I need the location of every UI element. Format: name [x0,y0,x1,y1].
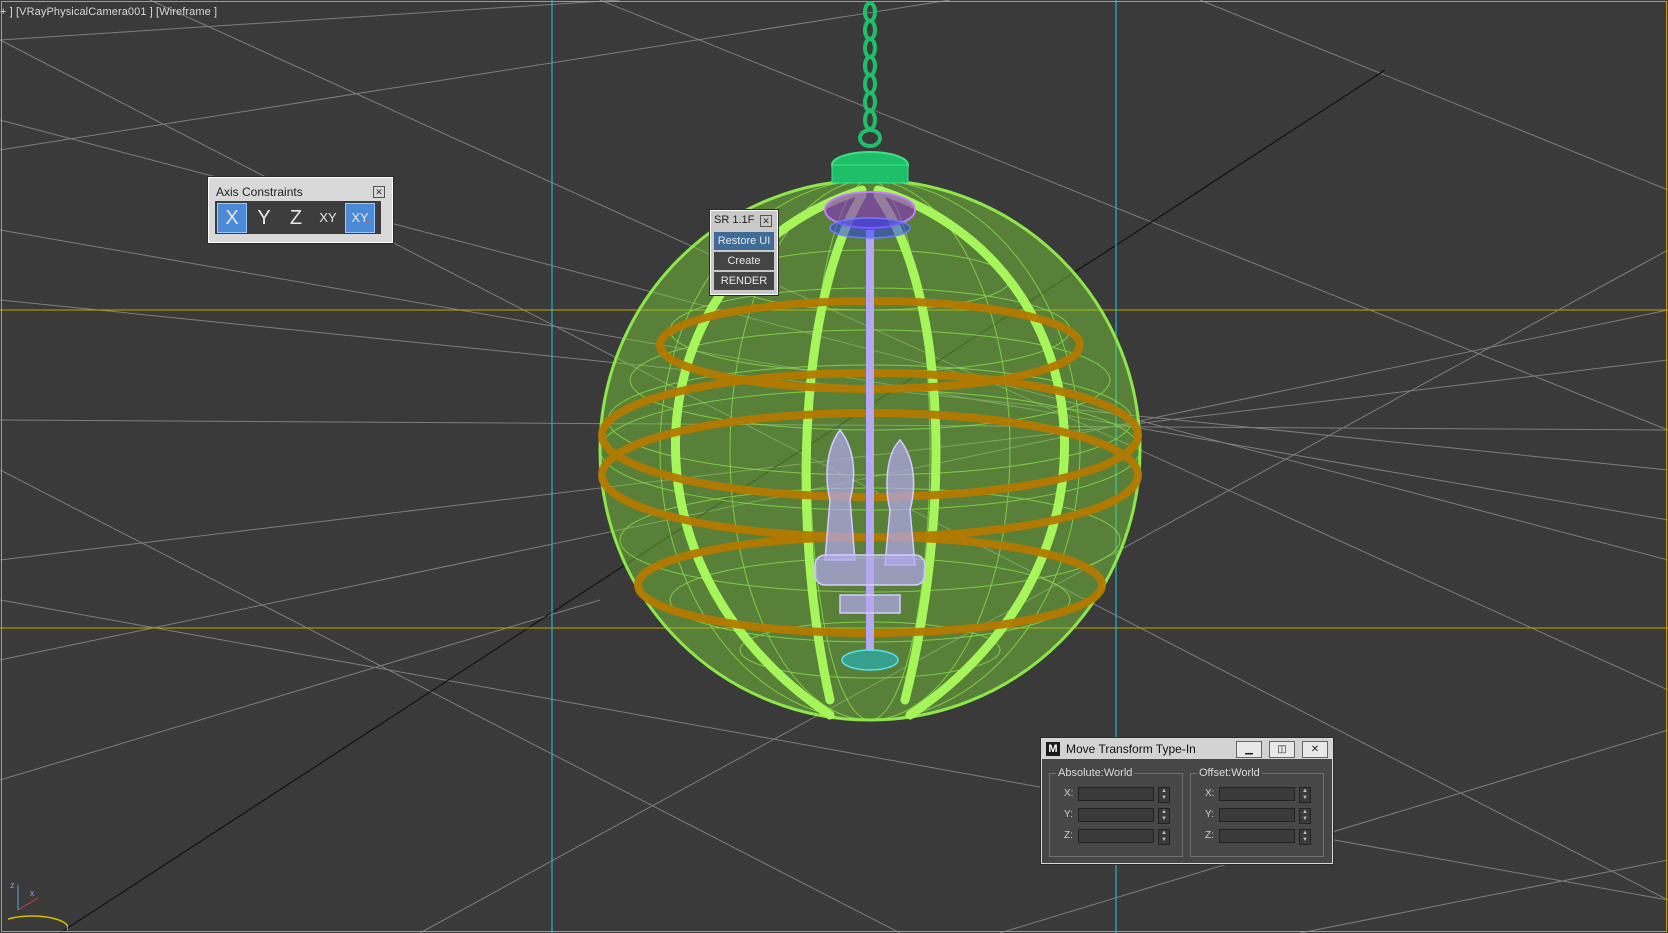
absolute-world-group: Absolute:World X: ▲ ▼ Y: ▲ ▼ Z: ▲ ▼ [1049,767,1183,857]
dialog-title: Move Transform Type-In [1066,742,1196,756]
create-button[interactable]: Create [714,252,774,270]
spinner-icon[interactable]: ▲ ▼ [1299,808,1311,824]
axis-x-button[interactable]: X [217,202,247,233]
viewport-label[interactable]: + ] [VRayPhysicalCamera001 ] [Wireframe … [0,6,217,18]
offset-world-group: Offset:World X: ▲ ▼ Y: ▲ ▼ Z: ▲ ▼ [1190,767,1324,857]
restore-icon[interactable]: ◫ [1269,741,1295,758]
sr-panel[interactable]: SR 1.1F ✕ Restore UI Create RENDER [710,210,778,295]
close-icon[interactable]: ✕ [373,186,385,198]
axis-xy-snap-button[interactable]: XY ∩ [345,202,375,233]
axis-z-button[interactable]: Z [282,204,310,232]
spinner-icon[interactable]: ▲ ▼ [1158,787,1170,803]
viewport-canvas[interactable] [0,0,1668,933]
dialog-titlebar[interactable]: M Move Transform Type-In ▁ ◫ ✕ [1042,739,1332,759]
axis-label: Y: [1064,809,1073,820]
chandelier-model[interactable] [598,1,1142,722]
absolute-x-field[interactable] [1078,787,1154,801]
gizmo-x-label: x [30,888,35,898]
close-icon[interactable]: ✕ [1302,741,1328,758]
spinner-icon[interactable]: ▲ ▼ [1158,829,1170,845]
axis-y-button[interactable]: Y [250,204,278,232]
absolute-world-label: Absolute:World [1056,767,1135,779]
close-icon[interactable]: ✕ [760,215,772,227]
axis-constraints-title[interactable]: Axis Constraints [216,185,303,199]
move-transform-type-in-dialog[interactable]: M Move Transform Type-In ▁ ◫ ✕ Absolute:… [1041,738,1333,864]
spinner-icon[interactable]: ▲ ▼ [1299,787,1311,803]
render-button[interactable]: RENDER [714,272,774,290]
offset-world-label: Offset:World [1197,767,1262,779]
axis-label: Z: [1205,830,1214,841]
magnet-icon: ∩ [363,218,371,230]
absolute-z-field[interactable] [1078,829,1154,843]
app-logo-icon: M [1046,742,1060,756]
gizmo-z-label: z [10,880,15,890]
axis-xy-button[interactable]: XY [314,204,342,232]
offset-x-field[interactable] [1219,787,1295,801]
spinner-icon[interactable]: ▲ ▼ [1299,829,1311,845]
axis-label: X: [1064,788,1074,799]
restore-ui-button[interactable]: Restore UI [714,232,774,250]
sr-panel-title[interactable]: SR 1.1F [714,214,754,226]
perspective-viewport[interactable]: + ] [VRayPhysicalCamera001 ] [Wireframe … [0,0,1668,933]
axis-label: Z: [1064,830,1073,841]
axis-constraints-panel[interactable]: Axis Constraints ✕ X Y Z XY XY ∩ [208,177,393,243]
minimize-icon[interactable]: ▁ [1236,741,1262,758]
spinner-icon[interactable]: ▲ ▼ [1158,808,1170,824]
axis-constraints-buttons: X Y Z XY XY ∩ [215,201,381,234]
axis-label: X: [1205,788,1215,799]
absolute-y-field[interactable] [1078,808,1154,822]
offset-y-field[interactable] [1219,808,1295,822]
offset-z-field[interactable] [1219,829,1295,843]
axis-label: Y: [1205,809,1214,820]
